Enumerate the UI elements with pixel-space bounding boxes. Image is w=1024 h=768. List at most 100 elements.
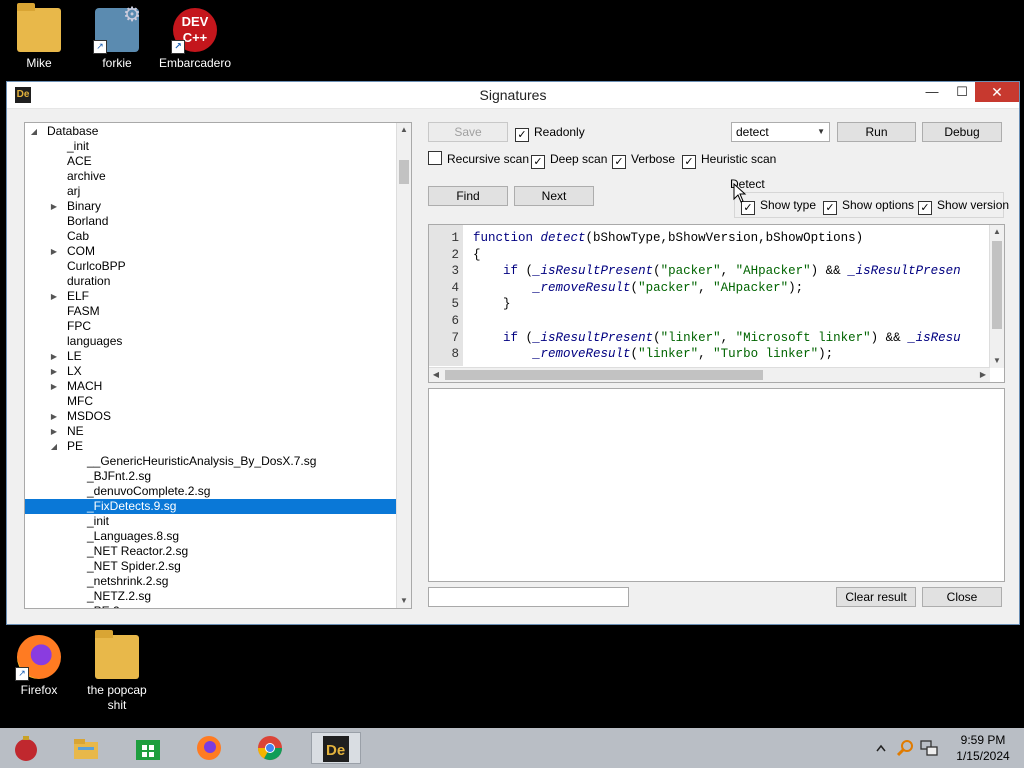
maximize-button[interactable]: ☐	[947, 82, 977, 102]
taskbar-firefox[interactable]	[189, 732, 229, 764]
line-number: 4	[451, 280, 459, 295]
tree-collapsed-icon[interactable]: ▶	[49, 199, 59, 214]
recursive-scan-checkbox[interactable]: Recursive scan	[428, 151, 529, 167]
tree-collapsed-icon[interactable]: ▶	[49, 409, 59, 424]
code-line[interactable]: 5 }	[429, 296, 510, 312]
tree-item[interactable]: _FixDetects.9.sg	[25, 499, 409, 514]
next-button[interactable]: Next	[514, 186, 594, 206]
scroll-thumb[interactable]	[399, 159, 409, 184]
tree-collapsed-icon[interactable]: ▶	[49, 349, 59, 364]
show-options-label: Show options	[842, 198, 915, 212]
scroll-up-icon[interactable]: ▲	[397, 123, 411, 137]
tree-collapsed-icon[interactable]: ▶	[49, 379, 59, 394]
tree-expanded-icon[interactable]: ◢	[29, 124, 39, 139]
script-editor[interactable]: ▲ ▼ ◀ ▶ 1 function detect(bShowType,bShow…	[428, 224, 1005, 383]
signature-tree[interactable]: _PE.2..._NETZ.2.sg_netshrink.2.sg_NET Sp…	[24, 122, 412, 609]
show-type-label: Show type	[760, 198, 817, 212]
scroll-down-icon[interactable]: ▼	[990, 354, 1004, 368]
result-output[interactable]	[428, 388, 1005, 582]
chevron-down-icon: ▼	[817, 127, 825, 136]
code-line[interactable]: 1 function detect(bShowType,bShowVersion,…	[429, 230, 863, 246]
desktop-icon-popcap[interactable]: the popcap shit	[78, 630, 156, 713]
scroll-up-icon[interactable]: ▲	[990, 225, 1004, 239]
debug-button[interactable]: Debug	[922, 122, 1002, 142]
code-text: if (_isResultPresent("packer", "AHpacker…	[503, 264, 961, 279]
readonly-checkbox[interactable]: ✓ Readonly	[515, 124, 585, 142]
code-line[interactable]: 6	[429, 313, 473, 329]
tree-item-label: _NETZ.2.sg	[87, 589, 152, 603]
scroll-thumb[interactable]	[992, 241, 1002, 329]
mode-selected-value: detect	[736, 125, 769, 139]
verbose-checkbox[interactable]: ✓ Verbose	[612, 151, 675, 169]
taskbar: De 9:59 PM 1/15/2024	[0, 728, 1024, 768]
command-input[interactable]	[428, 587, 629, 607]
taskbar-detect-it-easy[interactable]: De	[311, 732, 361, 764]
code-line[interactable]: 8 _removeResult("linker", "Turbo linker"…	[429, 346, 833, 362]
code-line[interactable]: 2{	[429, 247, 480, 263]
checkbox-box: ✓	[741, 201, 755, 215]
desktop-icon-forkie[interactable]: ↗ forkie	[78, 2, 156, 71]
title-bar[interactable]: De Signatures — ☐ ✕	[7, 82, 1019, 109]
tree-item-label: _NET Spider.2.sg	[87, 559, 181, 573]
minimize-button[interactable]: —	[917, 82, 947, 102]
scroll-down-icon[interactable]: ▼	[397, 594, 411, 608]
tree-collapsed-icon[interactable]: ▶	[49, 424, 59, 439]
close-button[interactable]: Close	[922, 587, 1002, 607]
taskbar-ornament-app[interactable]	[6, 732, 46, 764]
scroll-thumb[interactable]	[445, 370, 763, 380]
clock-date: 1/15/2024	[956, 749, 1010, 763]
tree-item-label: FASM	[67, 304, 100, 318]
heuristic-scan-checkbox[interactable]: ✓ Heuristic scan	[682, 151, 777, 169]
tree-item-label: _netshrink.2.sg	[87, 574, 169, 588]
deep-scan-checkbox[interactable]: ✓ Deep scan	[531, 151, 607, 169]
code-line[interactable]: 7 if (_isResultPresent("linker", "Micros…	[429, 330, 960, 346]
scroll-right-icon[interactable]: ▶	[976, 368, 990, 382]
tree-collapsed-icon[interactable]: ▶	[49, 364, 59, 379]
line-number: 1	[451, 231, 459, 245]
tree-item-label: LX	[67, 364, 82, 378]
find-button[interactable]: Find	[428, 186, 508, 206]
editor-vertical-scrollbar[interactable]: ▲ ▼	[989, 225, 1004, 368]
tree-collapsed-icon[interactable]: ▶	[49, 289, 59, 304]
code-line[interactable]: 3 if (_isResultPresent("packer", "AHpack…	[429, 263, 961, 279]
tree-expanded-icon[interactable]: ◢	[49, 439, 59, 454]
save-button[interactable]: Save	[428, 122, 508, 142]
show-type-checkbox[interactable]: ✓ Show type	[741, 197, 817, 215]
mode-select[interactable]: detect ▼	[731, 122, 830, 142]
run-button[interactable]: Run	[837, 122, 916, 142]
show-hidden-icons-icon[interactable]	[876, 744, 886, 752]
editor-horizontal-scrollbar[interactable]: ◀ ▶	[429, 367, 990, 382]
show-options-checkbox[interactable]: ✓ Show options	[823, 197, 915, 215]
search-magnifier-icon[interactable]	[896, 739, 914, 757]
scroll-left-icon[interactable]: ◀	[429, 368, 443, 382]
checkbox-box: ✓	[682, 155, 696, 169]
line-number: 5	[451, 297, 459, 312]
tree-item-label: _denuvoComplete.2.sg	[87, 484, 211, 498]
heuristic-scan-label: Heuristic scan	[701, 152, 777, 166]
desktop-icon-embarcadero[interactable]: DEV C++ ↗ Embarcadero	[156, 8, 234, 71]
desktop-icon-mike[interactable]: Mike	[0, 3, 78, 71]
tree-item-label: MACH	[67, 379, 103, 393]
show-version-checkbox[interactable]: ✓ Show version	[918, 197, 1009, 215]
tree-vertical-scrollbar[interactable]: ▲ ▼	[396, 123, 411, 608]
tree-item-label: _PE.2...	[87, 604, 130, 608]
taskbar-store[interactable]	[128, 732, 168, 764]
desktop-icon-label: forkie	[102, 56, 132, 70]
close-window-button[interactable]: ✕	[975, 82, 1019, 102]
tree-item-label: _init	[67, 139, 90, 153]
checkbox-box	[428, 151, 442, 165]
clear-result-button[interactable]: Clear result	[836, 587, 916, 607]
tree-item-label: Database	[47, 124, 99, 138]
shortcut-arrow-icon: ↗	[93, 40, 107, 54]
code-line[interactable]: 4 _removeResult("packer", "AHpacker");	[429, 280, 803, 296]
network-icon[interactable]	[920, 739, 938, 757]
tree-item-label: PE	[67, 439, 84, 453]
taskbar-chrome[interactable]	[250, 732, 290, 764]
chrome-icon	[258, 736, 282, 761]
tree-item-label: ACE	[67, 154, 92, 168]
taskbar-clock[interactable]: 9:59 PM 1/15/2024	[948, 732, 1018, 764]
desktop-icon-firefox[interactable]: ↗ Firefox	[0, 635, 78, 698]
taskbar-file-explorer[interactable]	[66, 732, 106, 764]
tree-collapsed-icon[interactable]: ▶	[49, 244, 59, 259]
detect-options-group: ✓ Show type ✓ Show options ✓ Show version	[734, 192, 1009, 218]
